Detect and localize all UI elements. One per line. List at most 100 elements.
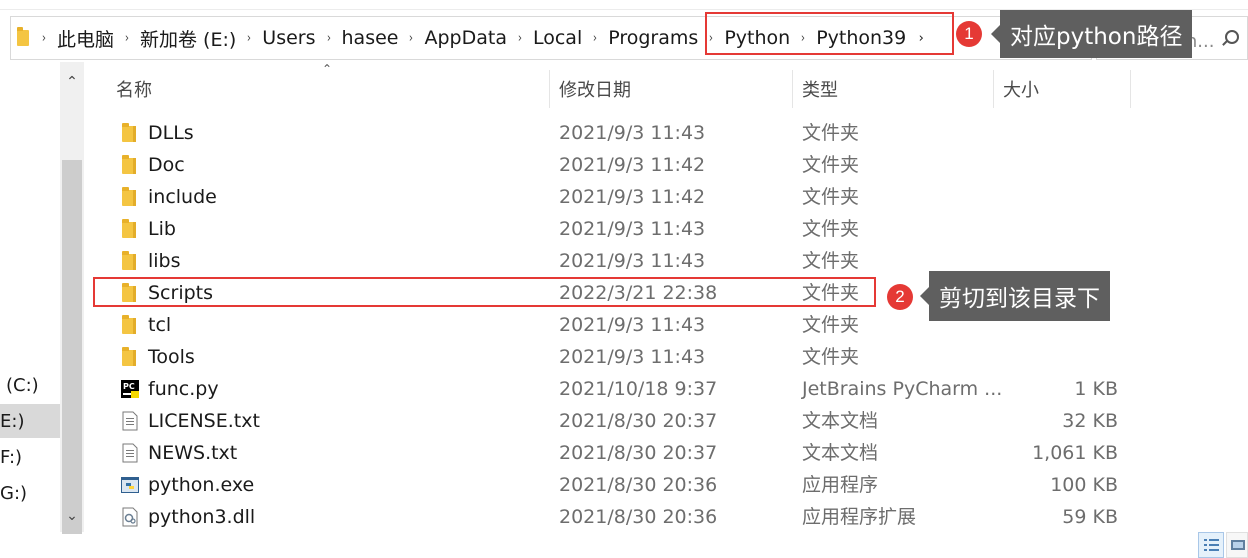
file-name: libs [148, 250, 181, 272]
file-name: Lib [148, 218, 176, 240]
file-name: include [148, 186, 217, 208]
file-name: python.exe [148, 474, 255, 496]
folder-icon [122, 219, 136, 238]
breadcrumb-label: hasee [341, 27, 399, 49]
breadcrumb-item[interactable]: › Programs [584, 17, 700, 59]
column-header-size[interactable]: 大小 [993, 70, 1129, 108]
text-file-icon [120, 411, 140, 431]
breadcrumb-item[interactable]: › Local [509, 17, 584, 59]
file-row[interactable]: Doc 2021/9/3 11:42 文件夹 [92, 149, 1132, 181]
annotation-tooltip-2: 剪切到该目录下 [920, 271, 1110, 321]
breadcrumb-item[interactable]: › 新加卷 (E:) [116, 17, 238, 59]
folder-icon [122, 187, 136, 206]
file-row[interactable]: Tools 2021/9/3 11:43 文件夹 [92, 341, 1132, 373]
file-list: DLLs 2021/9/3 11:43 文件夹 Doc 2021/9/3 11:42 文件… [92, 117, 1132, 533]
nav-item-drive-f[interactable]: F:) [0, 440, 60, 474]
pycharm-file-icon: PC [120, 379, 140, 399]
file-type: 文件夹 [802, 186, 860, 208]
folder-icon [122, 155, 136, 174]
ribbon-strip [0, 0, 1248, 10]
chevron-right-icon[interactable]: › [35, 31, 53, 46]
breadcrumb-item[interactable]: › 此电脑 [33, 17, 116, 59]
file-row[interactable]: Lib 2021/9/3 11:43 文件夹 [92, 213, 1132, 245]
annotation-box-path [705, 12, 954, 55]
large-icons-view-button[interactable] [1226, 532, 1248, 558]
annotation-tooltip-1: 对应python路径 [990, 10, 1193, 58]
file-modified-date: 2021/9/3 11:42 [559, 186, 706, 208]
nav-item-drive-g[interactable]: G:) [0, 476, 60, 510]
file-size: 100 KB [1050, 474, 1118, 496]
file-name: NEWS.txt [148, 442, 238, 464]
file-row[interactable]: DLLs 2021/9/3 11:43 文件夹 [92, 117, 1132, 149]
column-header-type[interactable]: 类型 [792, 70, 992, 108]
nav-item-drive-c[interactable]: (C:) [0, 368, 60, 402]
annotation-number-1: 1 [956, 21, 982, 47]
chevron-right-icon[interactable]: › [403, 31, 421, 46]
file-name: Doc [148, 154, 185, 176]
chevron-right-icon[interactable]: › [511, 31, 529, 46]
chevron-right-icon[interactable]: › [118, 31, 136, 46]
file-type: 文件夹 [802, 154, 860, 176]
column-header-date[interactable]: 修改日期 [549, 70, 791, 108]
annotation-number-2: 2 [887, 284, 913, 310]
scroll-thumb[interactable] [62, 160, 82, 534]
details-view-button[interactable] [1198, 532, 1224, 558]
file-row[interactable]: python3.dll 2021/8/30 20:36 应用程序扩展 59 KB [92, 501, 1132, 533]
folder-icon [122, 347, 136, 366]
file-type: 文件夹 [802, 122, 860, 144]
file-size: 1 KB [1074, 378, 1118, 400]
chevron-right-icon[interactable]: › [320, 31, 338, 46]
annotation-box-scripts [93, 277, 876, 307]
file-name: tcl [148, 314, 172, 336]
breadcrumb-label: Programs [608, 27, 699, 49]
column-header-name[interactable]: 名称 [106, 70, 548, 108]
file-size: 32 KB [1062, 410, 1118, 432]
column-divider[interactable] [1130, 70, 1131, 108]
file-row[interactable]: NEWS.txt 2021/8/30 20:37 文本文档 1,061 KB [92, 437, 1132, 469]
breadcrumb-label: Users [262, 27, 316, 49]
search-icon [1225, 30, 1239, 44]
breadcrumb-item[interactable]: › AppData [400, 17, 509, 59]
scroll-up-icon[interactable]: ⌃ [60, 74, 84, 90]
navigation-pane: (C:) E:) F:) G:) ⌃ ⌄ [0, 62, 88, 558]
file-modified-date: 2021/9/3 11:43 [559, 250, 706, 272]
file-row[interactable]: PC func.py 2021/10/18 9:37 JetBrains PyChar… [92, 373, 1132, 405]
file-type: 文本文档 [802, 410, 879, 432]
breadcrumb-item[interactable]: › hasee [318, 17, 401, 59]
file-modified-date: 2021/10/18 9:37 [559, 378, 718, 400]
nav-scrollbar[interactable]: ⌃ ⌄ [60, 62, 84, 534]
nav-item-drive-e[interactable]: E:) [0, 404, 60, 438]
file-modified-date: 2021/9/3 11:43 [559, 314, 706, 336]
file-name: LICENSE.txt [148, 410, 260, 432]
large-icons-view-icon [1231, 540, 1245, 550]
breadcrumb-label: AppData [424, 27, 507, 49]
file-row[interactable]: LICENSE.txt 2021/8/30 20:37 文本文档 32 KB [92, 405, 1132, 437]
file-modified-date: 2021/9/3 11:42 [559, 154, 706, 176]
scroll-down-icon[interactable]: ⌄ [60, 508, 84, 524]
file-row[interactable]: python.exe 2021/8/30 20:36 应用程序 100 KB [92, 469, 1132, 501]
file-row[interactable]: include 2021/9/3 11:42 文件夹 [92, 181, 1132, 213]
python-exe-icon [120, 475, 140, 495]
text-file-icon [120, 443, 140, 463]
chevron-right-icon[interactable]: › [586, 31, 604, 46]
file-name: Tools [148, 346, 195, 368]
dll-file-icon [120, 507, 140, 527]
folder-icon [122, 251, 136, 270]
file-type: 文件夹 [802, 314, 860, 336]
file-type: 应用程序扩展 [802, 506, 917, 528]
details-view-icon [1204, 539, 1219, 551]
file-name: python3.dll [148, 506, 256, 528]
file-size: 1,061 KB [1032, 442, 1118, 464]
file-type: 应用程序 [802, 474, 879, 496]
file-modified-date: 2021/8/30 20:37 [559, 410, 718, 432]
file-modified-date: 2021/8/30 20:36 [559, 474, 718, 496]
file-type: JetBrains PyCharm ... [802, 378, 1003, 400]
file-name: func.py [148, 378, 219, 400]
chevron-right-icon[interactable]: › [240, 31, 258, 46]
breadcrumb-label: 此电脑 [57, 28, 115, 51]
breadcrumb-item[interactable]: › Users [238, 17, 317, 59]
file-modified-date: 2021/9/3 11:43 [559, 218, 706, 240]
file-modified-date: 2021/9/3 11:43 [559, 346, 706, 368]
breadcrumb-label: Local [532, 27, 583, 49]
file-modified-date: 2021/9/3 11:43 [559, 122, 706, 144]
